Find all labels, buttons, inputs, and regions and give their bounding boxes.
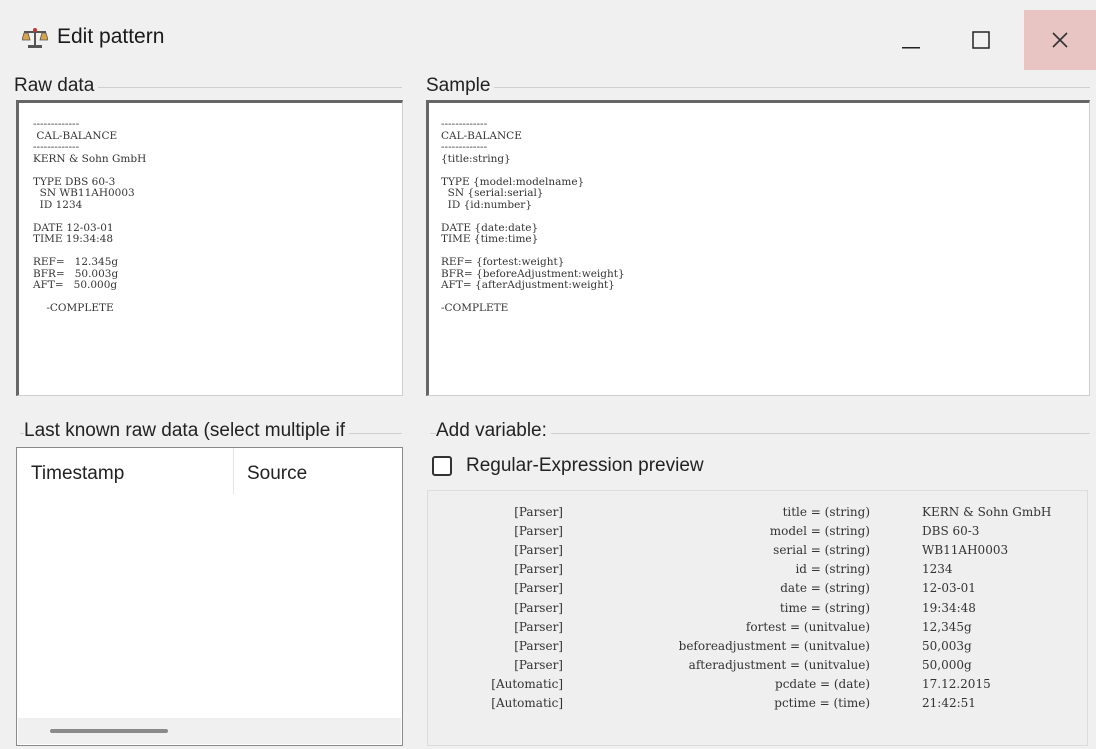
horizontal-scrollbar[interactable] bbox=[18, 718, 401, 744]
maximize-button[interactable] bbox=[946, 10, 1016, 70]
last-known-label: Last known raw data (select multiple if bbox=[24, 420, 350, 442]
preview-value: DBS 60-3 bbox=[922, 524, 980, 539]
minimize-button[interactable] bbox=[876, 10, 946, 70]
preview-variable: model = (string) bbox=[769, 524, 870, 539]
sample-textbox[interactable]: ------------- CAL-BALANCE ------------- … bbox=[426, 100, 1090, 396]
preview-value: KERN & Sohn GmbH bbox=[922, 505, 1052, 519]
preview-source: [Parser] bbox=[514, 543, 563, 558]
column-header-source[interactable]: Source bbox=[247, 463, 307, 485]
preview-variable: date = (string) bbox=[780, 581, 870, 596]
raw-data-label: Raw data bbox=[14, 75, 99, 97]
preview-value: 19:34:48 bbox=[922, 600, 976, 615]
preview-source: [Parser] bbox=[514, 638, 563, 653]
regex-preview-checkbox[interactable] bbox=[432, 456, 452, 476]
scrollbar-thumb[interactable] bbox=[50, 729, 168, 733]
preview-source: [Automatic] bbox=[491, 676, 563, 691]
raw-data-textbox[interactable]: ------------- CAL-BALANCE ------------- … bbox=[16, 100, 403, 396]
preview-value: 1234 bbox=[922, 562, 953, 577]
preview-source: [Parser] bbox=[514, 657, 563, 672]
minimize-icon bbox=[902, 47, 920, 49]
preview-variable: fortest = (unitvalue) bbox=[745, 619, 870, 634]
preview-source: [Parser] bbox=[514, 524, 563, 539]
preview-variable: time = (string) bbox=[779, 600, 870, 615]
preview-value: 12,345g bbox=[922, 619, 972, 634]
title-bar: Edit pattern bbox=[0, 0, 1096, 70]
preview-source: [Parser] bbox=[514, 600, 563, 615]
preview-value: 50,003g bbox=[922, 638, 972, 653]
raw-data-list[interactable]: Timestamp Source bbox=[16, 447, 403, 746]
sample-text: ------------- CAL-BALANCE ------------- … bbox=[441, 118, 625, 314]
preview-variable: serial = (string) bbox=[773, 543, 870, 558]
preview-value: 17.12.2015 bbox=[922, 676, 991, 691]
preview-value: 50,000g bbox=[922, 657, 972, 672]
preview-variable: title = (string) bbox=[782, 505, 870, 519]
preview-source: [Parser] bbox=[514, 505, 563, 519]
sample-group-line bbox=[430, 87, 1090, 88]
preview-variable: pcdate = (date) bbox=[775, 676, 870, 691]
preview-source: [Parser] bbox=[514, 581, 563, 596]
close-icon bbox=[1052, 32, 1068, 48]
balance-scale-icon bbox=[22, 28, 48, 48]
parser-preview-panel: [Parser] title = (string) KERN & Sohn GmbH… bbox=[427, 490, 1088, 746]
column-header-timestamp[interactable]: Timestamp bbox=[31, 463, 124, 485]
column-divider[interactable] bbox=[233, 448, 234, 494]
preview-variable: afteradjustment = (unitvalue) bbox=[688, 657, 870, 672]
preview-source: [Parser] bbox=[514, 619, 563, 634]
raw-data-text: ------------- CAL-BALANCE ------------- … bbox=[33, 118, 147, 314]
preview-value: 21:42:51 bbox=[922, 696, 976, 710]
preview-value: WB11AH0003 bbox=[922, 543, 1009, 558]
preview-variable: beforeadjustment = (unitvalue) bbox=[678, 638, 870, 653]
window-title: Edit pattern bbox=[57, 25, 165, 48]
sample-label: Sample bbox=[426, 75, 495, 97]
preview-source: [Parser] bbox=[514, 562, 563, 577]
preview-source: [Automatic] bbox=[491, 696, 563, 710]
maximize-icon bbox=[972, 31, 990, 49]
close-button[interactable] bbox=[1024, 10, 1096, 70]
preview-variable: pctime = (time) bbox=[774, 696, 870, 710]
preview-variable: id = (string) bbox=[795, 562, 870, 577]
preview-value: 12-03-01 bbox=[922, 581, 976, 596]
add-variable-label: Add variable: bbox=[436, 420, 551, 442]
list-header: Timestamp Source bbox=[17, 448, 402, 494]
regex-preview-label[interactable]: Regular-Expression preview bbox=[466, 455, 704, 477]
